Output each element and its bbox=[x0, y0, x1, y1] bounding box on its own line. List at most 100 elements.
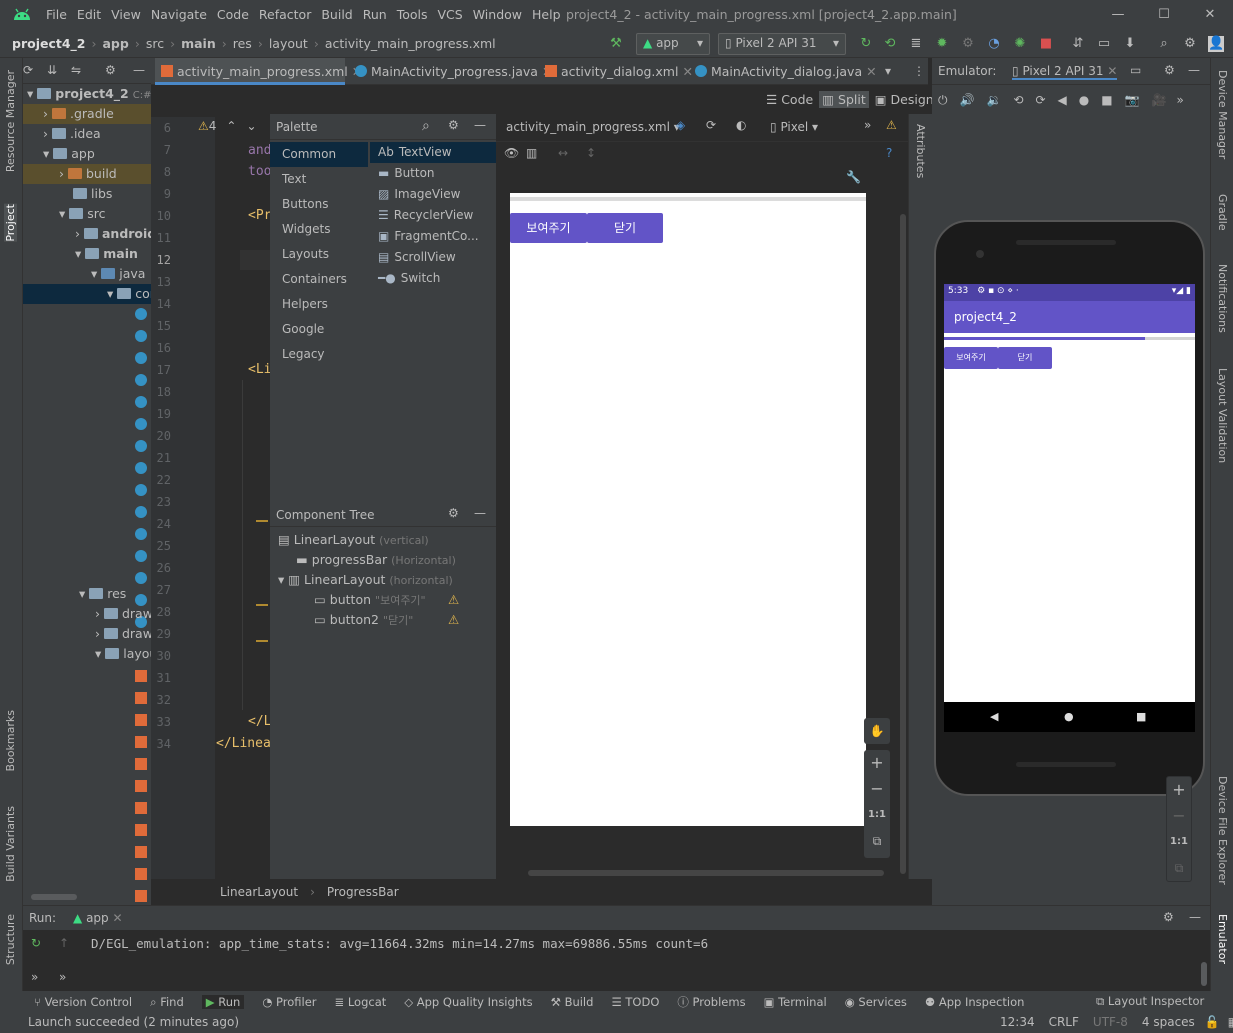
device-combo[interactable]: ▯ Pixel ▾ bbox=[770, 120, 818, 134]
gradle-tab[interactable]: Gradle bbox=[1216, 194, 1229, 231]
tree-item-libs[interactable]: libs bbox=[23, 184, 151, 204]
gear-icon[interactable]: ⚙ bbox=[1164, 63, 1175, 77]
blueprint-icon[interactable]: ▥ bbox=[526, 146, 537, 160]
code-line-7[interactable]: and bbox=[248, 143, 271, 158]
gear-icon[interactable]: ⚙ bbox=[448, 506, 459, 520]
search-icon[interactable]: ⌕ bbox=[422, 118, 430, 134]
zoom-in-icon[interactable]: + bbox=[1167, 777, 1191, 803]
tool-run[interactable]: ▶ Run bbox=[201, 995, 245, 1009]
class-file-icon[interactable] bbox=[135, 396, 147, 408]
gear-icon[interactable]: ⚙ bbox=[448, 118, 459, 132]
tree-item-src[interactable]: ▾ src bbox=[23, 204, 151, 224]
layout-canvas[interactable]: 보여주기 닫기 bbox=[510, 193, 866, 826]
ctree-node-button2[interactable]: ▭ button2 "닫기" ⚠ bbox=[270, 610, 496, 630]
class-file-icon[interactable] bbox=[135, 374, 147, 386]
tree-item-com[interactable]: ▾ com bbox=[23, 284, 151, 304]
tree-item-app[interactable]: ▾ app bbox=[23, 144, 151, 164]
ctree-node-linearlayout-horizontal[interactable]: ▾ ▥ LinearLayout (horizontal) bbox=[270, 570, 496, 590]
structure-tab[interactable]: Structure bbox=[4, 914, 17, 965]
class-file-icon[interactable] bbox=[135, 550, 147, 562]
tab-close-icon[interactable]: ✕ bbox=[112, 911, 122, 925]
menu-help[interactable]: Help bbox=[532, 7, 561, 22]
palette-category-widgets[interactable]: Widgets bbox=[270, 217, 368, 242]
palette-category-buttons[interactable]: Buttons bbox=[270, 192, 368, 217]
class-file-icon[interactable] bbox=[135, 330, 147, 342]
pan-tool[interactable]: ✋ bbox=[864, 718, 890, 744]
palette-item-recyclerview[interactable]: ☰ RecyclerView bbox=[378, 205, 473, 226]
xml-file-icon[interactable] bbox=[135, 714, 147, 726]
canvas-show-button[interactable]: 보여주기 bbox=[510, 213, 587, 243]
tool-layout-inspector[interactable]: ⧉ Layout Inspector bbox=[1096, 994, 1204, 1009]
nav-back-icon[interactable]: ◀ bbox=[990, 710, 998, 723]
palette-category-google[interactable]: Google bbox=[270, 317, 368, 342]
xml-file-icon[interactable] bbox=[135, 846, 147, 858]
gear-icon[interactable]: ⚙ bbox=[1163, 910, 1174, 924]
class-file-icon[interactable] bbox=[135, 528, 147, 540]
help-icon[interactable]: ? bbox=[886, 146, 892, 160]
rerun-icon[interactable]: ↻ bbox=[31, 936, 41, 950]
palette-category-helpers[interactable]: Helpers bbox=[270, 292, 368, 317]
profile-icon[interactable]: ◔ bbox=[986, 36, 1002, 52]
zoom-fit-button[interactable]: 1:1 bbox=[1167, 829, 1191, 855]
nav-home-icon[interactable]: ● bbox=[1064, 710, 1074, 723]
device-manager-tab[interactable]: Device Manager bbox=[1216, 70, 1229, 159]
horizontal-resize-icon[interactable]: ↔ bbox=[558, 146, 568, 160]
minimize-icon[interactable]: — bbox=[1095, 0, 1141, 30]
tool-services[interactable]: ◉ Services bbox=[845, 995, 907, 1009]
expand-icon[interactable]: ⇋ bbox=[71, 63, 81, 77]
class-file-icon[interactable] bbox=[135, 506, 147, 518]
record-icon[interactable]: 🎥 bbox=[1152, 93, 1167, 107]
memory-icon[interactable]: ▦ bbox=[1228, 1015, 1233, 1029]
sync-gradle-icon[interactable]: ⇵ bbox=[1070, 36, 1086, 52]
ctree-node-progressbar[interactable]: ▬ progressBar (Horizontal) bbox=[270, 550, 496, 570]
palette-item-scrollview[interactable]: ▤ ScrollView bbox=[378, 247, 456, 268]
palette-category-layouts[interactable]: Layouts bbox=[270, 242, 368, 267]
nav-overview-icon[interactable]: ■ bbox=[1136, 710, 1146, 723]
indent-setting[interactable]: 4 spaces bbox=[1142, 1015, 1195, 1029]
class-file-icon[interactable] bbox=[135, 308, 147, 320]
split-mode-button[interactable]: ▥ Split bbox=[819, 90, 869, 108]
crumb-file[interactable]: activity_main_progress.xml bbox=[325, 36, 496, 51]
overview-icon[interactable]: ■ bbox=[1101, 93, 1112, 107]
close-icon[interactable]: ✕ bbox=[1187, 0, 1233, 30]
tree-item-androidtest[interactable]: › androidTest bbox=[23, 224, 151, 244]
chevron-up-icon[interactable]: ⌃ bbox=[226, 119, 236, 133]
class-file-icon[interactable] bbox=[135, 418, 147, 430]
console-scrollbar[interactable] bbox=[1201, 962, 1207, 986]
stop-icon[interactable]: ■ bbox=[1038, 36, 1054, 52]
power-icon[interactable]: ⏻ bbox=[938, 93, 948, 108]
device-file-explorer-tab[interactable]: Device File Explorer bbox=[1216, 776, 1229, 885]
class-file-icon[interactable] bbox=[135, 462, 147, 474]
tool-app-inspection[interactable]: ⚉ App Inspection bbox=[925, 995, 1025, 1009]
chevron-down-icon[interactable]: ⌄ bbox=[246, 119, 256, 133]
eye-icon[interactable]: 👁 bbox=[504, 146, 519, 160]
caret-position[interactable]: 12:34 bbox=[1000, 1015, 1035, 1029]
tree-item-java[interactable]: ▾ java bbox=[23, 264, 151, 284]
warning-icon[interactable]: ⚠ bbox=[448, 610, 459, 630]
hide-icon[interactable]: — bbox=[1188, 63, 1200, 77]
class-file-icon[interactable] bbox=[135, 572, 147, 584]
crumb-app[interactable]: app bbox=[103, 36, 129, 51]
tree-item-drawable-v24[interactable]: › drawable bbox=[23, 624, 151, 644]
home-icon[interactable]: ● bbox=[1079, 93, 1089, 107]
tree-item-layout[interactable]: ▾ layout bbox=[23, 644, 151, 664]
code-line-10[interactable]: <Pr bbox=[248, 208, 271, 223]
rotate-right-icon[interactable]: ⟳ bbox=[1035, 93, 1045, 107]
horizontal-scrollbar[interactable] bbox=[528, 870, 884, 876]
class-file-icon[interactable] bbox=[135, 484, 147, 496]
bookmarks-tab[interactable]: Bookmarks bbox=[4, 710, 17, 771]
hide-icon[interactable]: — bbox=[474, 506, 486, 520]
hide-icon[interactable]: — bbox=[133, 63, 145, 77]
palette-category-containers[interactable]: Containers bbox=[270, 267, 368, 292]
sdk-manager-icon[interactable]: ⬇ bbox=[1122, 36, 1138, 52]
tree-root[interactable]: ▾ project4_2 C:#Users bbox=[23, 84, 151, 104]
tool-app-quality-insights[interactable]: ◇ App Quality Insights bbox=[404, 995, 532, 1009]
expand-more-icon[interactable]: » bbox=[59, 970, 66, 984]
menu-view[interactable]: View bbox=[111, 7, 141, 22]
hide-icon[interactable]: — bbox=[474, 118, 486, 132]
collapse-icon[interactable]: ⇊ bbox=[47, 63, 57, 77]
menu-code[interactable]: Code bbox=[217, 7, 249, 22]
zoom-out-icon[interactable]: − bbox=[864, 776, 890, 802]
emulator-device-tab[interactable]: ▯ Pixel 2 API 31 ✕ bbox=[1012, 64, 1118, 80]
more-icon[interactable]: » bbox=[1177, 93, 1184, 107]
